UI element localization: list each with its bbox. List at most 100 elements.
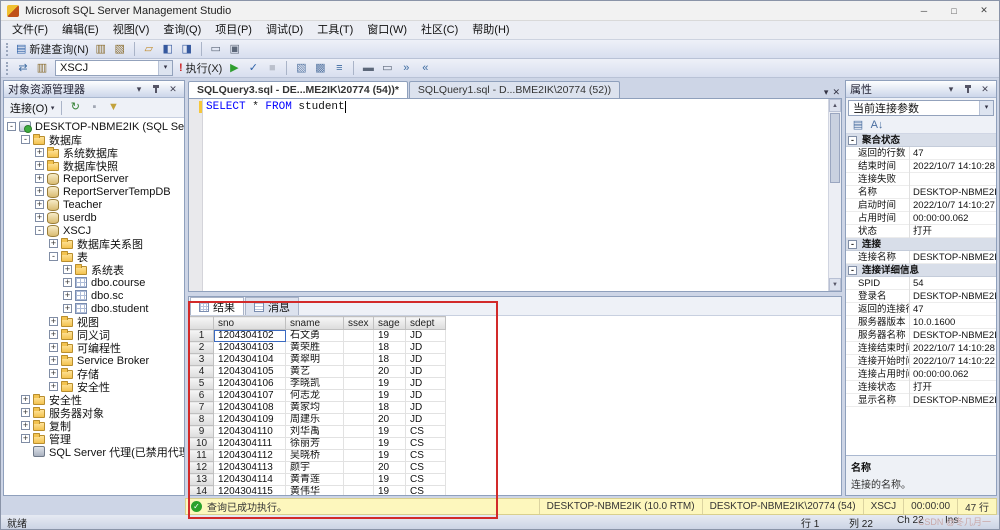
column-header[interactable]: ssex: [344, 317, 374, 330]
query-options-button[interactable]: ▩: [311, 60, 329, 77]
grid-cell[interactable]: [344, 390, 374, 402]
analysis-query-button[interactable]: ▧: [111, 41, 129, 58]
find-button[interactable]: ▣: [226, 41, 244, 58]
pin-icon[interactable]: [961, 83, 975, 96]
scroll-up-icon[interactable]: ▲: [829, 99, 841, 112]
tree-item[interactable]: +dbo.sc: [4, 289, 184, 302]
grid-cell[interactable]: 1204304112: [214, 450, 286, 462]
tree-item[interactable]: +dbo.course: [4, 276, 184, 289]
grid-cell[interactable]: CS: [406, 438, 446, 450]
grid-cell[interactable]: 徐丽芳: [286, 438, 344, 450]
oe-refresh-button[interactable]: ↻: [66, 99, 84, 116]
categorized-button[interactable]: ▤: [849, 117, 867, 134]
grid-cell[interactable]: 18: [374, 342, 406, 354]
save-button[interactable]: ◧: [159, 41, 177, 58]
row-number-cell[interactable]: 8: [190, 414, 214, 426]
property-row[interactable]: 连接开始时间2022/10/7 14:10:22: [846, 355, 996, 368]
print-button[interactable]: ▭: [207, 41, 225, 58]
property-section[interactable]: -连接详细信息: [846, 264, 996, 277]
grid-cell[interactable]: 1204304109: [214, 414, 286, 426]
row-number-cell[interactable]: 1: [190, 330, 214, 342]
grid-cell[interactable]: JD: [406, 330, 446, 342]
grid-cell[interactable]: 黄翠明: [286, 354, 344, 366]
expand-icon[interactable]: +: [21, 408, 30, 417]
messages-tab[interactable]: 消息: [245, 297, 299, 315]
indent-button[interactable]: »: [397, 60, 415, 77]
property-row[interactable]: 连接失败: [846, 173, 996, 186]
collapse-icon[interactable]: -: [21, 135, 30, 144]
collapse-icon[interactable]: -: [848, 240, 857, 249]
properties-header[interactable]: 属性 ▾ ✕: [846, 81, 996, 98]
grid-cell[interactable]: 1204304105: [214, 366, 286, 378]
close-icon[interactable]: ✕: [978, 83, 992, 96]
tree-item[interactable]: +系统表: [4, 263, 184, 276]
grid-cell[interactable]: 19: [374, 330, 406, 342]
property-row[interactable]: 登录名DESKTOP-NBME2IK: [846, 290, 996, 303]
grid-cell[interactable]: 黄家均: [286, 402, 344, 414]
tree-item[interactable]: +Teacher: [4, 198, 184, 211]
results-tab[interactable]: 结果: [190, 297, 244, 315]
grid-cell[interactable]: 19: [374, 486, 406, 496]
property-row[interactable]: 结束时间2022/10/7 14:10:28: [846, 160, 996, 173]
menu-item[interactable]: 视图(V): [106, 21, 157, 40]
grid-cell[interactable]: 1204304111: [214, 438, 286, 450]
estimated-plan-button[interactable]: ▧: [292, 60, 310, 77]
expand-icon[interactable]: +: [21, 434, 30, 443]
expand-icon[interactable]: +: [49, 343, 58, 352]
row-number-cell[interactable]: 6: [190, 390, 214, 402]
grid-cell[interactable]: CS: [406, 486, 446, 496]
comment-button[interactable]: ▬: [359, 60, 377, 77]
grid-cell[interactable]: JD: [406, 378, 446, 390]
editor-tab[interactable]: SQLQuery1.sql - D...BME2IK\20774 (52)): [409, 81, 620, 98]
expand-icon[interactable]: +: [63, 278, 72, 287]
scrollbar-thumb[interactable]: [830, 113, 840, 183]
grid-cell[interactable]: CS: [406, 462, 446, 474]
grid-cell[interactable]: 颜宇: [286, 462, 344, 474]
row-number-cell[interactable]: 12: [190, 462, 214, 474]
alphabetical-button[interactable]: A↓: [868, 117, 886, 134]
expand-icon[interactable]: +: [35, 213, 44, 222]
property-row[interactable]: 连接状态打开: [846, 381, 996, 394]
tree-item[interactable]: +数据库关系图: [4, 237, 184, 250]
maximize-button[interactable]: □: [939, 1, 969, 20]
grid-cell[interactable]: 19: [374, 378, 406, 390]
grid-cell[interactable]: 1204304106: [214, 378, 286, 390]
property-row[interactable]: 服务器版本10.0.1600: [846, 316, 996, 329]
property-row[interactable]: 状态打开: [846, 225, 996, 238]
grid-cell[interactable]: 黄艺: [286, 366, 344, 378]
object-explorer-header[interactable]: 对象资源管理器 ▾ ✕: [4, 81, 184, 98]
property-row[interactable]: SPID54: [846, 277, 996, 290]
collapse-icon[interactable]: -: [49, 252, 58, 261]
property-row[interactable]: 连接名称DESKTOP-NBME2IK: [846, 251, 996, 264]
expand-icon[interactable]: +: [35, 187, 44, 196]
connect-button[interactable]: 连接(O) ▾: [7, 100, 57, 116]
property-row[interactable]: 返回的行数47: [846, 147, 996, 160]
menu-item[interactable]: 帮助(H): [465, 21, 516, 40]
tree-item[interactable]: +数据库快照: [4, 159, 184, 172]
outdent-button[interactable]: «: [416, 60, 434, 77]
tree-item[interactable]: +userdb: [4, 211, 184, 224]
row-number-cell[interactable]: 5: [190, 378, 214, 390]
row-number-cell[interactable]: 7: [190, 402, 214, 414]
expand-icon[interactable]: +: [49, 356, 58, 365]
grid-cell[interactable]: 黄青莲: [286, 474, 344, 486]
collapse-icon[interactable]: -: [35, 226, 44, 235]
grid-cell[interactable]: [344, 378, 374, 390]
toolbar-grip[interactable]: [6, 62, 10, 75]
expand-icon[interactable]: +: [49, 382, 58, 391]
minimize-button[interactable]: ─: [909, 1, 939, 20]
save-all-button[interactable]: ◨: [178, 41, 196, 58]
grid-cell[interactable]: [344, 450, 374, 462]
grid-cell[interactable]: 20: [374, 414, 406, 426]
grid-cell[interactable]: [344, 462, 374, 474]
grid-cell[interactable]: CS: [406, 474, 446, 486]
grid-cell[interactable]: 1204304115: [214, 486, 286, 496]
intellisense-button[interactable]: ≡: [330, 60, 348, 77]
grid-cell[interactable]: JD: [406, 366, 446, 378]
oe-stop-button[interactable]: ▪: [85, 99, 103, 116]
connect-button[interactable]: ⇄: [14, 60, 32, 77]
chevron-down-icon[interactable]: ▾: [158, 61, 172, 75]
editor-text-area[interactable]: SELECT * FROM student: [203, 99, 828, 291]
expand-icon[interactable]: +: [35, 174, 44, 183]
row-number-cell[interactable]: 11: [190, 450, 214, 462]
